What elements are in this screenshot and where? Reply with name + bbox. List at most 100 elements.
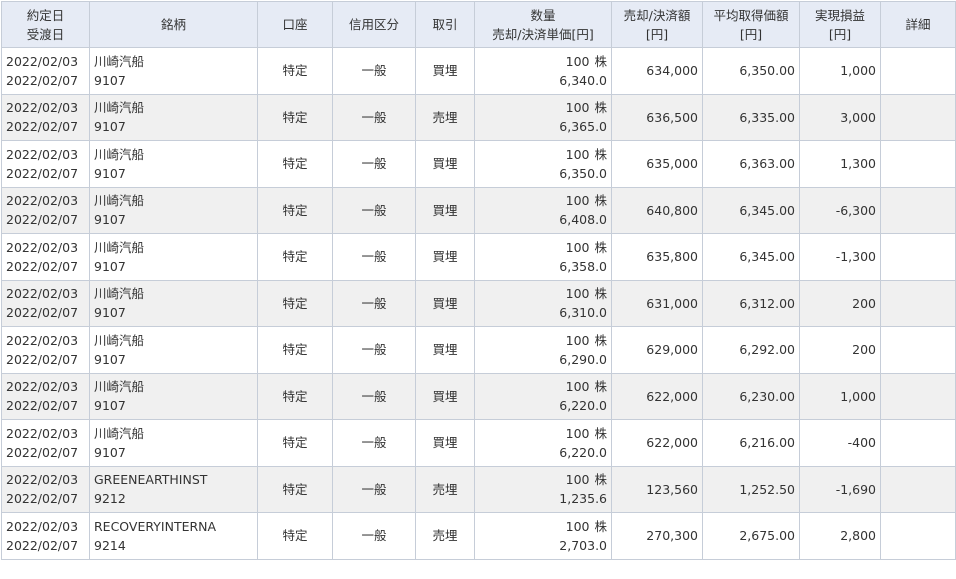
- realized-pl: -6,300: [799, 186, 881, 234]
- detail-cell: [880, 140, 956, 188]
- security-cell: RECOVERYINTERNA 9214: [89, 512, 258, 560]
- settlement-amount: 629,000: [611, 326, 703, 374]
- security-cell: 川崎汽船 9107: [89, 419, 258, 467]
- quantity-value: 100: [565, 193, 590, 209]
- table-row: 2022/02/03 2022/02/07 川崎汽船 9107 特定 一般 買埋…: [1, 140, 956, 188]
- trade-type: 買埋: [415, 372, 475, 420]
- settlement-amount: 622,000: [611, 419, 703, 467]
- settlement-date: 2022/02/07: [6, 212, 79, 228]
- table-header-row: 約定日 受渡日 銘柄 口座 信用区分 取引 数量 売却/決済単価[円] 売却/決…: [1, 1, 956, 48]
- account-type: 特定: [257, 326, 333, 374]
- security-code: 9107: [94, 165, 126, 181]
- security-code: 9107: [94, 305, 126, 321]
- settlement-amount: 634,000: [611, 47, 703, 95]
- trade-date: 2022/02/03: [6, 472, 79, 488]
- quantity-unit: 株: [594, 146, 607, 162]
- quantity-value: 100: [565, 53, 590, 69]
- quantity-cell: 100 株 1,235.6: [474, 465, 612, 513]
- quantity-cell: 100 株 6,310.0: [474, 279, 612, 327]
- quantity-value: 100: [565, 472, 590, 488]
- trade-date-cell: 2022/02/03 2022/02/07: [1, 512, 90, 560]
- header-margin-type: 信用区分: [332, 1, 416, 48]
- account-type: 特定: [257, 140, 333, 188]
- settlement-amount: 622,000: [611, 372, 703, 420]
- quantity-cell: 100 株 6,220.0: [474, 372, 612, 420]
- quantity-value: 100: [565, 379, 590, 395]
- table-row: 2022/02/03 2022/02/07 川崎汽船 9107 特定 一般 買埋…: [1, 419, 956, 467]
- trade-type: 売埋: [415, 465, 475, 513]
- detail-cell: [880, 233, 956, 281]
- quantity-value: 100: [565, 286, 590, 302]
- table-row: 2022/02/03 2022/02/07 川崎汽船 9107 特定 一般 買埋…: [1, 233, 956, 281]
- header-trade-type: 取引: [415, 1, 475, 48]
- table-row: 2022/02/03 2022/02/07 川崎汽船 9107 特定 一般 買埋…: [1, 47, 956, 95]
- realized-pl: -1,690: [799, 465, 881, 513]
- header-average-cost: 平均取得価額 [円]: [702, 1, 800, 48]
- trade-type: 買埋: [415, 279, 475, 327]
- trade-date: 2022/02/03: [6, 53, 79, 69]
- quantity-cell: 100 株 6,290.0: [474, 326, 612, 374]
- security-name: 川崎汽船: [94, 286, 145, 302]
- table-row: 2022/02/03 2022/02/07 GREENEARTHINST 921…: [1, 465, 956, 513]
- settlement-amount: 636,500: [611, 93, 703, 141]
- security-cell: 川崎汽船 9107: [89, 372, 258, 420]
- realized-pl: -1,300: [799, 233, 881, 281]
- security-code: 9107: [94, 398, 126, 414]
- security-cell: 川崎汽船 9107: [89, 186, 258, 234]
- quantity-cell: 100 株 6,408.0: [474, 186, 612, 234]
- average-cost: 6,345.00: [702, 233, 800, 281]
- security-name: 川崎汽船: [94, 146, 145, 162]
- settlement-amount: 631,000: [611, 279, 703, 327]
- quantity-cell: 100 株 6,358.0: [474, 233, 612, 281]
- trade-date: 2022/02/03: [6, 332, 79, 348]
- settlement-date: 2022/02/07: [6, 165, 79, 181]
- average-cost: 6,345.00: [702, 186, 800, 234]
- security-code: 9107: [94, 119, 126, 135]
- security-name: 川崎汽船: [94, 379, 145, 395]
- trade-date-cell: 2022/02/03 2022/02/07: [1, 372, 90, 420]
- security-name: 川崎汽船: [94, 193, 145, 209]
- settlement-amount: 635,800: [611, 233, 703, 281]
- security-cell: 川崎汽船 9107: [89, 279, 258, 327]
- account-type: 特定: [257, 186, 333, 234]
- security-name: 川崎汽船: [94, 332, 145, 348]
- quantity-value: 100: [565, 100, 590, 116]
- trade-date: 2022/02/03: [6, 239, 79, 255]
- trade-type: 買埋: [415, 140, 475, 188]
- quantity-unit: 株: [594, 379, 607, 395]
- account-type: 特定: [257, 419, 333, 467]
- realized-pl: 200: [799, 326, 881, 374]
- margin-type: 一般: [332, 419, 416, 467]
- detail-cell: [880, 419, 956, 467]
- detail-cell: [880, 279, 956, 327]
- unit-price: 2,703.0: [559, 537, 607, 553]
- quantity-unit: 株: [594, 518, 607, 534]
- detail-cell: [880, 512, 956, 560]
- settlement-amount: 640,800: [611, 186, 703, 234]
- settlement-date: 2022/02/07: [6, 491, 79, 507]
- table-row: 2022/02/03 2022/02/07 川崎汽船 9107 特定 一般 買埋…: [1, 279, 956, 327]
- header-amount: 売却/決済額 [円]: [611, 1, 703, 48]
- settlement-amount: 123,560: [611, 465, 703, 513]
- unit-price: 6,408.0: [559, 212, 607, 228]
- security-name: RECOVERYINTERNA: [94, 518, 217, 534]
- trade-date: 2022/02/03: [6, 518, 79, 534]
- header-trade-date: 約定日 受渡日: [1, 1, 90, 48]
- margin-type: 一般: [332, 465, 416, 513]
- table-row: 2022/02/03 2022/02/07 川崎汽船 9107 特定 一般 買埋…: [1, 372, 956, 420]
- trade-date: 2022/02/03: [6, 286, 79, 302]
- security-name: 川崎汽船: [94, 239, 145, 255]
- average-cost: 2,675.00: [702, 512, 800, 560]
- security-cell: 川崎汽船 9107: [89, 47, 258, 95]
- unit-price: 1,235.6: [559, 491, 607, 507]
- trade-date-cell: 2022/02/03 2022/02/07: [1, 93, 90, 141]
- margin-type: 一般: [332, 47, 416, 95]
- quantity-cell: 100 株 6,365.0: [474, 93, 612, 141]
- quantity-unit: 株: [594, 425, 607, 441]
- security-code: 9214: [94, 537, 126, 553]
- detail-cell: [880, 372, 956, 420]
- quantity-cell: 100 株 6,220.0: [474, 419, 612, 467]
- settlement-date: 2022/02/07: [6, 351, 79, 367]
- table-row: 2022/02/03 2022/02/07 川崎汽船 9107 特定 一般 買埋…: [1, 186, 956, 234]
- detail-cell: [880, 47, 956, 95]
